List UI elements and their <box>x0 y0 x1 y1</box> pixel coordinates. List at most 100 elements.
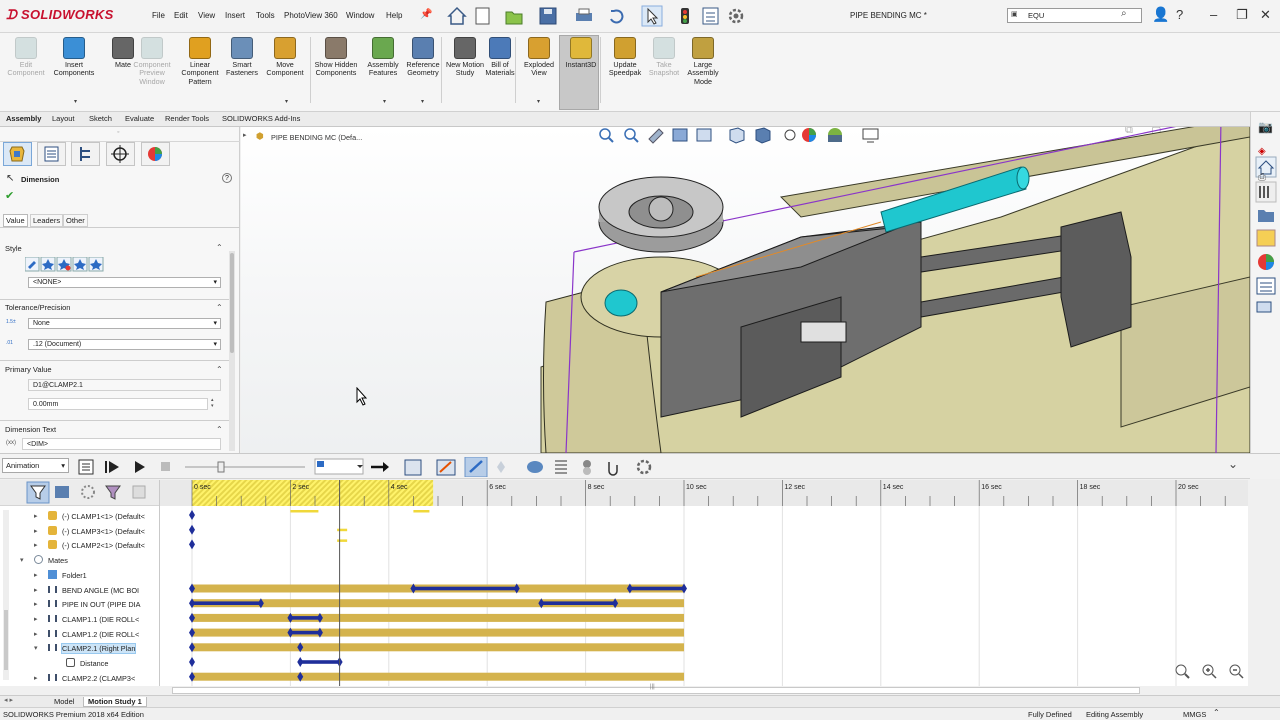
command-linear-pattern[interactable]: Linear Component Pattern <box>178 37 222 86</box>
panel-scrollbar[interactable] <box>229 251 235 451</box>
tab-display-manager[interactable] <box>141 142 170 166</box>
collapse-primary-icon[interactable]: ⌃ <box>216 365 223 374</box>
collapse-motion-manager-icon[interactable]: ⌄ <box>1228 457 1238 471</box>
motion-tree-row[interactable]: ▸ BEND ANGLE (MC BOI <box>0 582 159 597</box>
key-point[interactable] <box>189 657 195 667</box>
value-spinner-icon[interactable]: ▴ ▾ <box>211 397 214 409</box>
zoom-to-fit-icon[interactable] <box>1175 664 1190 679</box>
user-icon[interactable]: 👤 <box>1152 6 1169 23</box>
menu-window[interactable]: Window <box>346 11 374 20</box>
command-take-snapshot[interactable]: Take Snapshot <box>642 37 686 78</box>
tree-expand-icon[interactable]: ▸ <box>34 586 38 594</box>
design-library-icon[interactable] <box>1255 181 1277 203</box>
tree-expand-icon[interactable]: ▸ <box>34 512 38 520</box>
motor-icon[interactable] <box>527 461 543 473</box>
playback-speed-slider[interactable] <box>185 461 305 473</box>
tab-leaders[interactable]: Leaders <box>30 214 64 227</box>
panel-handle-icon[interactable]: ◦ <box>117 129 119 136</box>
tab-assembly[interactable]: Assembly <box>3 114 44 123</box>
style-select[interactable]: <NONE> ▾ <box>28 277 221 288</box>
key-point[interactable] <box>189 524 195 535</box>
tab-sketch[interactable]: Sketch <box>86 114 115 123</box>
command-dropdown-icon[interactable]: ▾ <box>421 98 424 105</box>
mate-time-bar[interactable] <box>192 643 684 652</box>
command-move-component[interactable]: Move Component <box>263 37 307 78</box>
apply-default-style-icon[interactable] <box>25 257 40 272</box>
view-palette-icon[interactable] <box>1256 229 1276 247</box>
export-arrow-icon[interactable] <box>371 462 389 472</box>
tree-expand-icon[interactable]: ▸ <box>34 541 38 549</box>
save-icon[interactable] <box>539 7 557 25</box>
study-type-select[interactable]: Animation ▾ <box>2 458 69 473</box>
dimension-name-field[interactable]: D1@CLAMP2.1 <box>28 379 221 391</box>
camera-icon[interactable]: 📷 <box>1258 120 1273 134</box>
mate-time-bar[interactable] <box>192 628 684 637</box>
help-icon[interactable]: ? <box>1176 7 1183 22</box>
collapse-dimtext-icon[interactable]: ⌃ <box>216 425 223 434</box>
scrollbar-thumb[interactable] <box>230 253 234 353</box>
tab-property-manager[interactable] <box>37 142 66 166</box>
add-style-icon[interactable] <box>40 257 56 272</box>
print-icon[interactable] <box>576 8 592 21</box>
contact-icon[interactable] <box>583 460 591 475</box>
motion-timeline[interactable]: 0 sec 2 sec 4 sec 6 sec 8 sec 10 sec 12 sec 14 … <box>160 480 1248 686</box>
stop-icon[interactable] <box>161 462 170 471</box>
command-assembly-features[interactable]: Assembly Features <box>361 37 405 78</box>
command-insert-components[interactable]: Insert Components <box>52 37 96 78</box>
custom-properties-icon[interactable] <box>1256 277 1276 295</box>
file-properties-icon[interactable] <box>702 7 719 25</box>
tree-expand-icon[interactable]: ▸ <box>34 527 38 535</box>
new-document-icon[interactable] <box>475 7 490 25</box>
menu-file[interactable]: File <box>152 11 165 20</box>
gravity-icon[interactable] <box>608 462 618 476</box>
tree-expand-icon[interactable]: ▸ <box>34 630 38 638</box>
tree-expand-icon[interactable]: ▸ <box>34 571 38 579</box>
key-point[interactable] <box>189 510 195 520</box>
motion-study-properties-icon[interactable] <box>636 459 652 475</box>
filter-driving-icon[interactable] <box>55 486 69 498</box>
motion-tree-row[interactable]: ▸ (-) CLAMP1<1> (Default< <box>0 508 159 523</box>
minimize-button[interactable]: – <box>1210 7 1217 22</box>
precision-select[interactable]: .12 (Document) ▾ <box>28 339 221 350</box>
load-style-icon[interactable] <box>88 257 104 272</box>
ok-checkmark-icon[interactable]: ✔ <box>5 189 14 202</box>
appearances-icon[interactable] <box>1258 254 1274 270</box>
tab-feature-manager[interactable] <box>3 142 32 166</box>
undo-icon[interactable] <box>610 9 624 24</box>
tab-scroll-arrows-icon[interactable]: ◂ ▸ <box>4 696 13 704</box>
search-icon[interactable]: ⌕ <box>1121 8 1127 19</box>
command-edit-component[interactable]: Edit Component <box>4 37 48 78</box>
play-icon[interactable] <box>135 461 145 473</box>
command-dropdown-icon[interactable]: ▾ <box>285 98 288 105</box>
tab-other[interactable]: Other <box>63 214 88 227</box>
restore-button[interactable]: ❐ <box>1236 7 1248 23</box>
save-style-icon[interactable] <box>72 257 88 272</box>
filter-results-icon[interactable] <box>105 485 121 500</box>
timeline-canvas[interactable]: 0 sec 2 sec 4 sec 6 sec 8 sec 10 sec 12 sec 14 … <box>160 480 1248 686</box>
tree-expand-icon[interactable]: ▾ <box>20 556 24 564</box>
animation-wizard-icon[interactable] <box>436 459 456 476</box>
tab-configuration-manager[interactable] <box>71 142 100 166</box>
motion-tree-row[interactable]: ▸ PIPE IN OUT (PIPE DIA <box>0 596 159 611</box>
filter-selected-icon[interactable] <box>81 485 95 499</box>
dimension-value-field[interactable]: 0.00mm <box>28 398 208 410</box>
menu-insert[interactable]: Insert <box>225 11 245 20</box>
motion-tree-row[interactable]: ▾ CLAMP2.1 (Right Plan <box>0 640 159 655</box>
scrollbar-thumb[interactable] <box>4 610 8 670</box>
key-point[interactable] <box>297 657 304 667</box>
pin-icon[interactable]: 📌 <box>420 9 432 20</box>
tree-expand-icon[interactable]: ▸ <box>34 600 38 608</box>
tab-render-tools[interactable]: Render Tools <box>162 114 212 123</box>
file-explorer-icon[interactable] <box>1258 210 1274 222</box>
command-large-assembly[interactable]: Large Assembly Mode <box>681 37 725 86</box>
zoom-out-icon[interactable] <box>1229 664 1244 679</box>
tab-motion-study-1[interactable]: Motion Study 1 <box>83 697 147 707</box>
spring-icon[interactable] <box>555 460 567 474</box>
forum-icon[interactable] <box>1256 301 1272 313</box>
tab-model[interactable]: Model <box>50 697 78 706</box>
tab-evaluate[interactable]: Evaluate <box>122 114 157 123</box>
command-dropdown-icon[interactable]: ▾ <box>383 98 386 105</box>
tree-expand-icon[interactable]: ▸ <box>34 615 38 623</box>
motion-tree-row[interactable]: ▸ CLAMP2.2 (CLAMP3< <box>0 670 159 685</box>
select-icon[interactable] <box>641 5 663 27</box>
